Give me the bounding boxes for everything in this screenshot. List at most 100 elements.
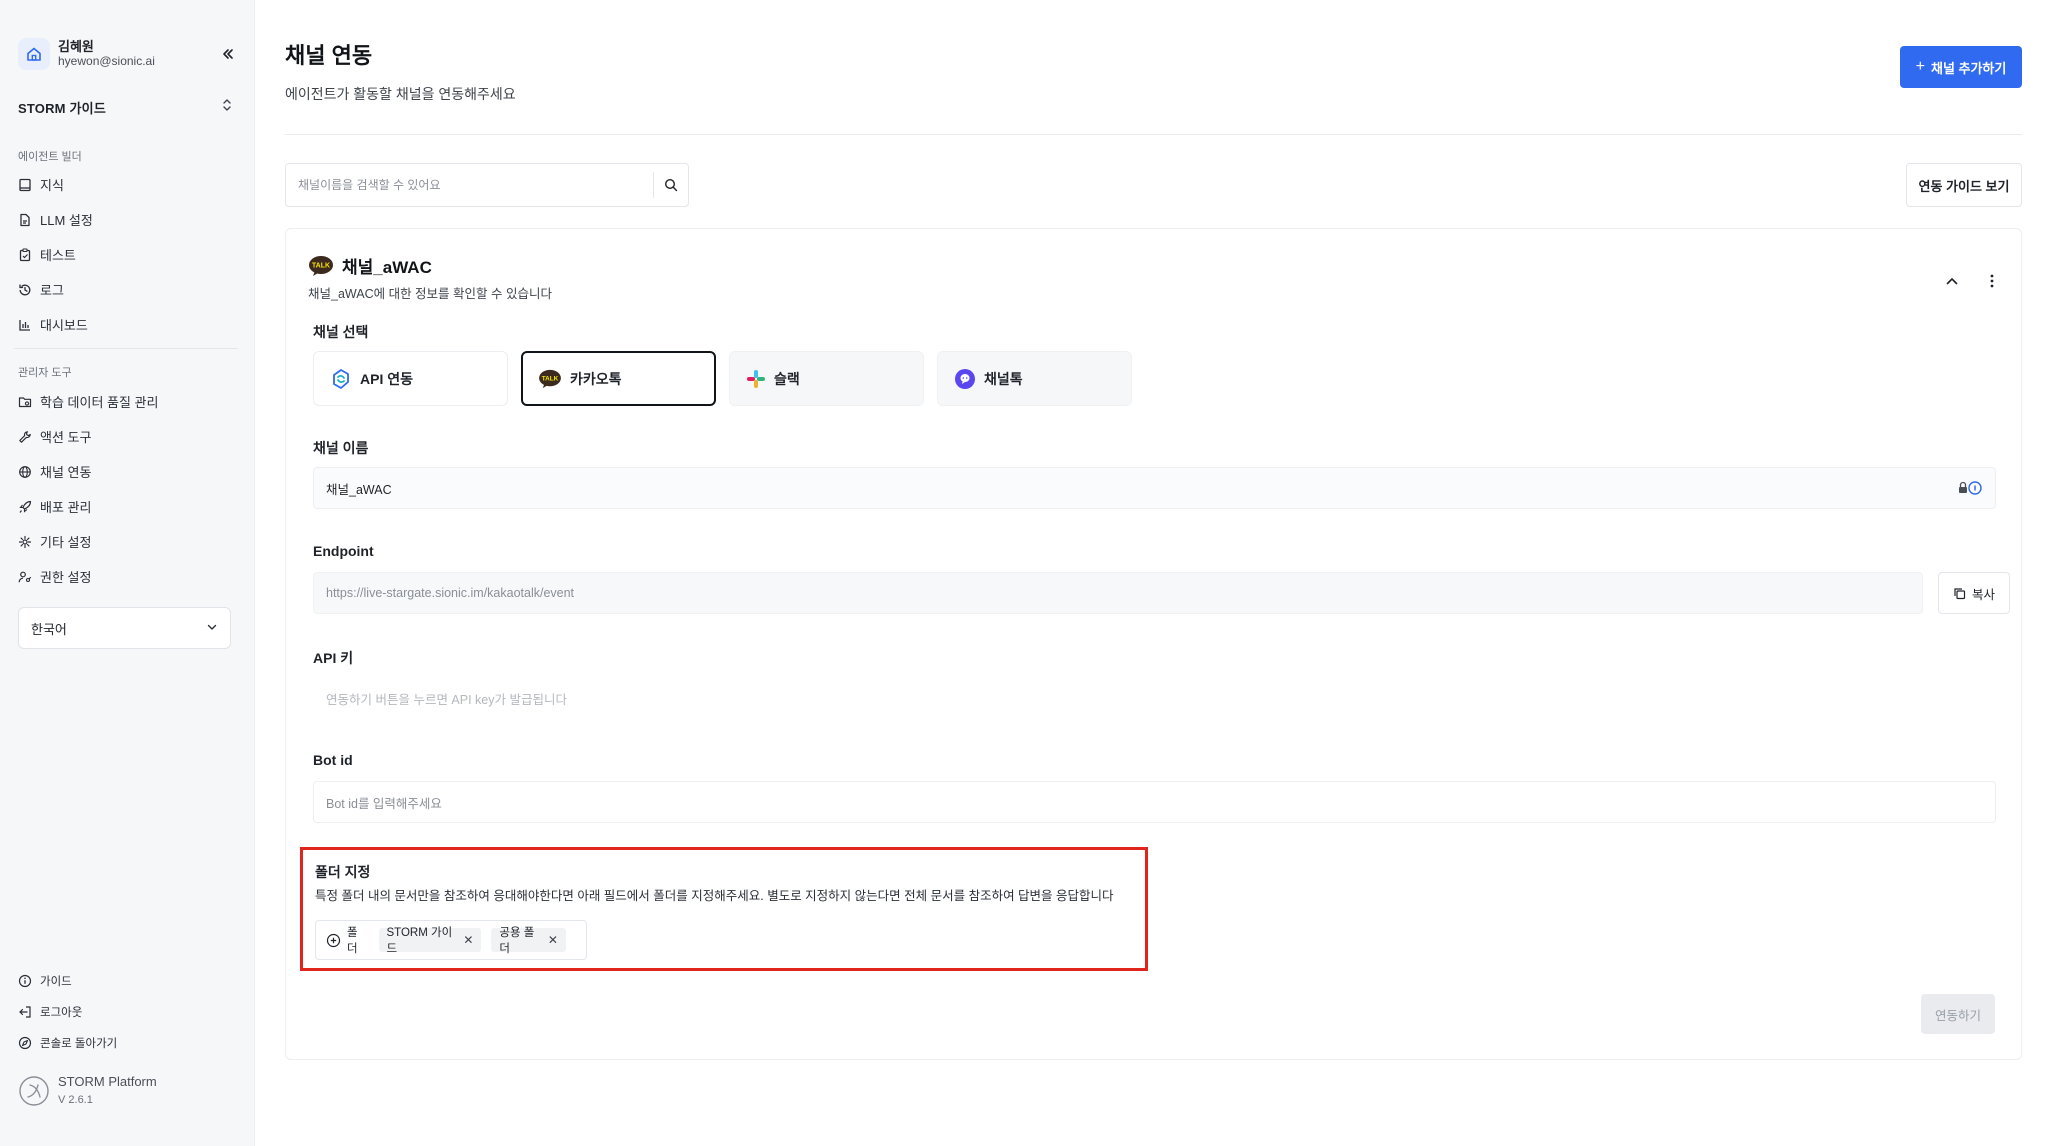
sidebar-item-data-quality[interactable]: 학습 데이터 품질 관리 bbox=[18, 384, 238, 419]
sidebar-item-guide[interactable]: 가이드 bbox=[18, 965, 218, 996]
compass-icon bbox=[18, 1036, 32, 1049]
sidebar-item-channel-integration[interactable]: 채널 연동 bbox=[18, 454, 238, 489]
user-name: 김혜원 bbox=[58, 39, 94, 54]
channel-option-slack[interactable]: 슬랙 bbox=[729, 351, 924, 406]
close-icon[interactable]: ✕ bbox=[463, 933, 473, 947]
channel-option-label: 카카오톡 bbox=[570, 370, 622, 387]
folder-picker: 폴더 STORM 가이드 ✕ 공용 폴더 ✕ bbox=[315, 920, 587, 960]
chevron-updown-icon bbox=[221, 98, 233, 117]
folder-chip: STORM 가이드 ✕ bbox=[378, 927, 482, 955]
sidebar-item-permissions[interactable]: 권한 설정 bbox=[18, 559, 238, 594]
storm-logo-icon bbox=[19, 1076, 49, 1106]
bot-id-placeholder: Bot id를 입력해주세요 bbox=[326, 796, 442, 811]
channel-title: 채널_aWAC bbox=[342, 258, 432, 277]
more-options-button[interactable] bbox=[1982, 271, 2002, 291]
builder-nav: 지식 LLM 설정 테스트 로그 대시보드 bbox=[18, 167, 238, 342]
sidebar-item-test[interactable]: 테스트 bbox=[18, 237, 238, 272]
book-icon bbox=[19, 178, 31, 191]
kakaotalk-icon: TALK bbox=[539, 369, 561, 388]
sidebar-item-label: 로그아웃 bbox=[40, 1006, 83, 1019]
channeltalk-icon bbox=[955, 368, 975, 389]
sidebar-item-deploy[interactable]: 배포 관리 bbox=[18, 489, 238, 524]
channel-name-field[interactable]: 채널_aWAC bbox=[313, 467, 1996, 509]
sidebar-item-logout[interactable]: 로그아웃 bbox=[18, 996, 218, 1027]
sidebar-item-dashboard[interactable]: 대시보드 bbox=[18, 307, 238, 342]
more-vertical-icon bbox=[1990, 274, 1994, 288]
search-button[interactable] bbox=[654, 164, 688, 206]
language-value: 한국어 bbox=[31, 621, 67, 637]
page-title: 채널 연동 bbox=[285, 43, 373, 68]
user-email: hyewon@sionic.ai bbox=[58, 54, 155, 68]
sidebar-item-log[interactable]: 로그 bbox=[18, 272, 238, 307]
sidebar-item-llm-settings[interactable]: LLM 설정 bbox=[18, 202, 238, 237]
channel-select-label: 채널 선택 bbox=[313, 324, 369, 340]
user-profile[interactable]: 김혜원 hyewon@sionic.ai bbox=[18, 36, 238, 72]
folder-chip: 공용 폴더 ✕ bbox=[491, 927, 566, 955]
plus-icon: + bbox=[1915, 58, 1925, 75]
sidebar-item-knowledge[interactable]: 지식 bbox=[18, 167, 238, 202]
channel-name-value: 채널_aWAC bbox=[326, 482, 392, 497]
language-select[interactable]: 한국어 bbox=[18, 607, 231, 649]
workspace-label: STORM 가이드 bbox=[18, 100, 106, 116]
channel-option-api[interactable]: API 연동 bbox=[313, 351, 508, 406]
brand-version: V 2.6.1 bbox=[58, 1094, 93, 1106]
sidebar-item-label: 액션 도구 bbox=[40, 430, 92, 445]
folder-label: 폴더 지정 bbox=[315, 864, 371, 880]
sidebar-item-other-settings[interactable]: 기타 설정 bbox=[18, 524, 238, 559]
info-icon bbox=[18, 974, 32, 987]
integration-guide-button[interactable]: 연동 가이드 보기 bbox=[1906, 163, 2022, 207]
copy-endpoint-button[interactable]: 복사 bbox=[1938, 572, 2010, 614]
sidebar-item-action-tools[interactable]: 액션 도구 bbox=[18, 419, 238, 454]
history-icon bbox=[19, 283, 31, 295]
user-key-icon bbox=[18, 571, 32, 582]
sidebar-item-label: LLM 설정 bbox=[40, 213, 93, 228]
folder-search-icon bbox=[18, 396, 32, 407]
page-subtitle: 에이전트가 활동할 채널을 연동해주세요 bbox=[285, 86, 516, 102]
sidebar-item-label: 학습 데이터 품질 관리 bbox=[40, 395, 159, 410]
collapse-sidebar-icon[interactable] bbox=[218, 44, 238, 64]
sidebar-item-label: 기타 설정 bbox=[40, 535, 92, 550]
bar-chart-icon bbox=[19, 319, 30, 331]
folder-chip-label: 공용 폴더 bbox=[499, 927, 535, 955]
sidebar-item-label: 대시보드 bbox=[40, 318, 88, 333]
sidebar-item-label: 테스트 bbox=[40, 248, 76, 263]
add-folder-button[interactable] bbox=[326, 933, 341, 948]
add-channel-label: 채널 추가하기 bbox=[1930, 60, 2007, 76]
sidebar-item-label: 배포 관리 bbox=[40, 500, 92, 515]
clipboard-icon bbox=[19, 247, 31, 261]
search-input[interactable] bbox=[286, 164, 653, 206]
chevron-up-icon bbox=[1946, 278, 1958, 285]
endpoint-field: https://live-stargate.sionic.im/kakaotal… bbox=[313, 572, 1923, 614]
footer-nav: 가이드 로그아웃 콘솔로 돌아가기 bbox=[18, 965, 218, 1058]
sidebar-item-back-to-console[interactable]: 콘솔로 돌아가기 bbox=[18, 1027, 218, 1058]
sidebar-item-label: 콘솔로 돌아가기 bbox=[40, 1037, 118, 1050]
copy-icon bbox=[1954, 587, 1966, 599]
add-folder-label[interactable]: 폴더 bbox=[347, 924, 367, 956]
channel-option-label: 채널톡 bbox=[984, 370, 1023, 387]
channel-card: TALK 채널_aWAC 채널_aWAC에 대한 정보를 확인할 수 있습니다 … bbox=[285, 228, 2022, 1060]
section-title-builder: 에이전트 빌더 bbox=[18, 151, 82, 163]
connect-button[interactable]: 연동하기 bbox=[1921, 994, 1995, 1034]
api-key-label: API 키 bbox=[313, 650, 354, 666]
sidebar-item-label: 로그 bbox=[40, 283, 64, 298]
password-manager-icon[interactable] bbox=[1957, 480, 1983, 496]
gear-icon bbox=[18, 535, 32, 548]
brand: STORM Platform V 2.6.1 bbox=[18, 1073, 157, 1109]
chevron-down-icon bbox=[206, 621, 218, 636]
channel-options: API 연동 TALK 카카오톡 슬랙 채널톡 bbox=[313, 351, 1132, 406]
collapse-card-button[interactable] bbox=[1942, 271, 1962, 291]
channel-option-kakaotalk[interactable]: TALK 카카오톡 bbox=[521, 351, 716, 406]
channel-option-channeltalk[interactable]: 채널톡 bbox=[937, 351, 1132, 406]
sidebar-item-label: 채널 연동 bbox=[40, 465, 92, 480]
workspace-selector[interactable]: STORM 가이드 bbox=[18, 96, 233, 118]
channel-search bbox=[285, 163, 689, 207]
close-icon[interactable]: ✕ bbox=[548, 933, 558, 947]
bot-id-label: Bot id bbox=[313, 752, 353, 768]
sidebar: 김혜원 hyewon@sionic.ai STORM 가이드 에이전트 빌더 지… bbox=[0, 0, 255, 1146]
add-channel-button[interactable]: + 채널 추가하기 bbox=[1900, 46, 2022, 88]
svg-text:TALK: TALK bbox=[312, 262, 330, 269]
api-key-placeholder: 연동하기 버튼을 누르면 API key가 발급됩니다 bbox=[326, 692, 567, 707]
bot-id-field[interactable]: Bot id를 입력해주세요 bbox=[313, 781, 1996, 823]
search-icon bbox=[664, 178, 678, 192]
folder-description: 특정 폴더 내의 문서만을 참조하여 응대해야한다면 아래 필드에서 폴더를 지… bbox=[315, 889, 1114, 903]
